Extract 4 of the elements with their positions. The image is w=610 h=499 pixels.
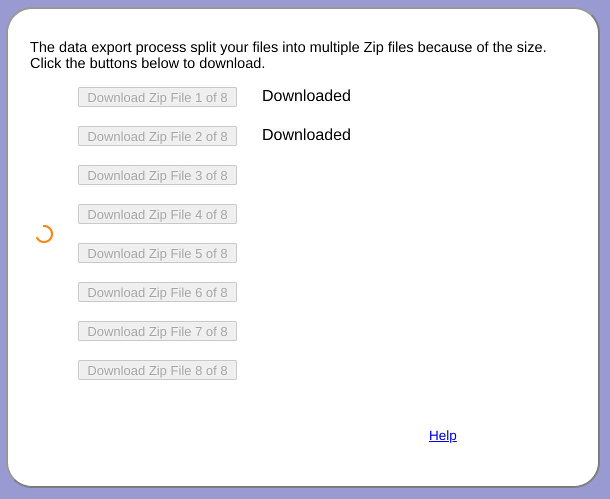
export-message: The data export process split your files into multiple Zip files because of the size. Click the buttons below to download. [30,40,548,72]
download-status: Downloaded [262,88,351,106]
help-link[interactable]: Help [429,428,457,443]
download-status: Downloaded [262,127,351,145]
